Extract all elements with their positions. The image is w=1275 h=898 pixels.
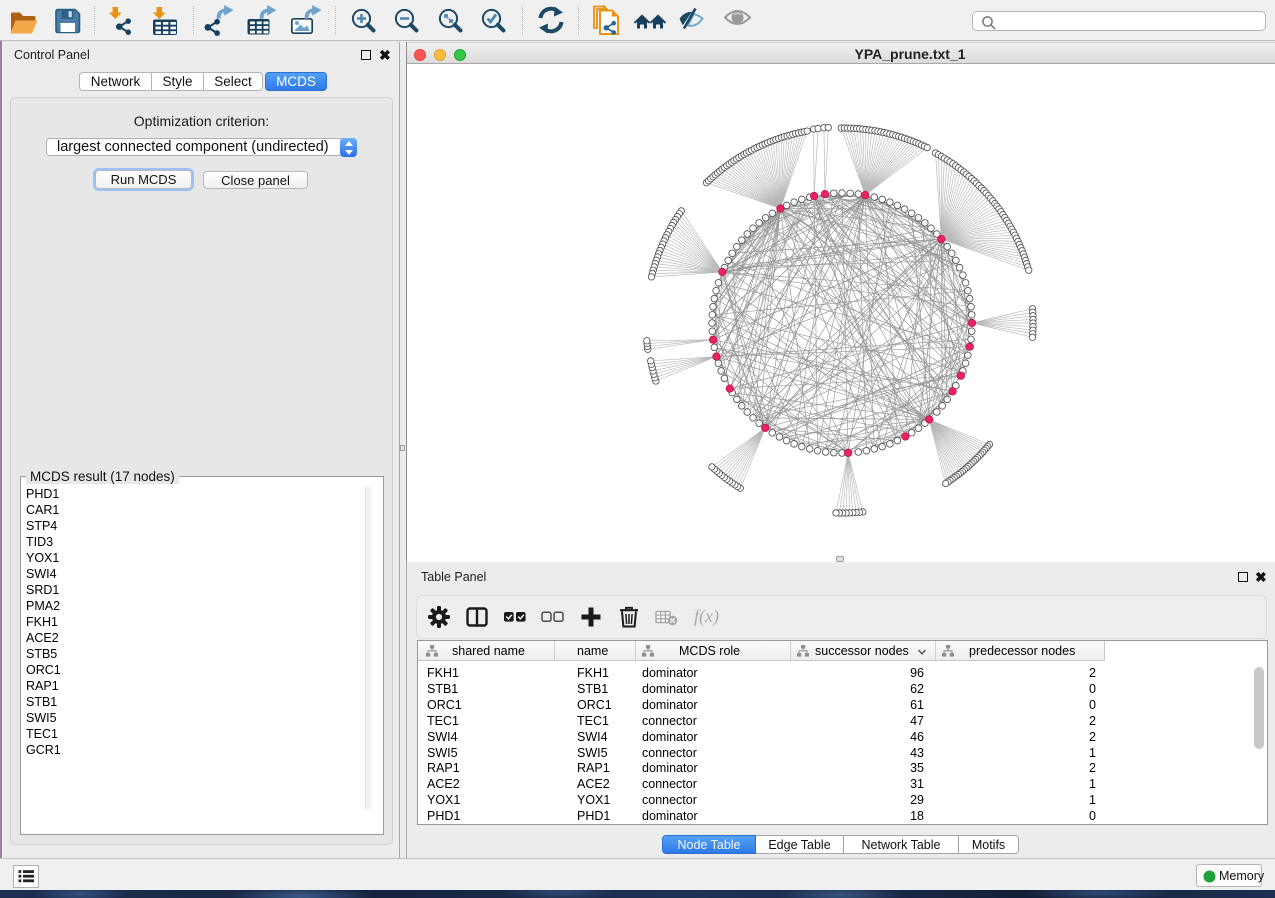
svg-text:f(x): f(x) [694,606,719,627]
